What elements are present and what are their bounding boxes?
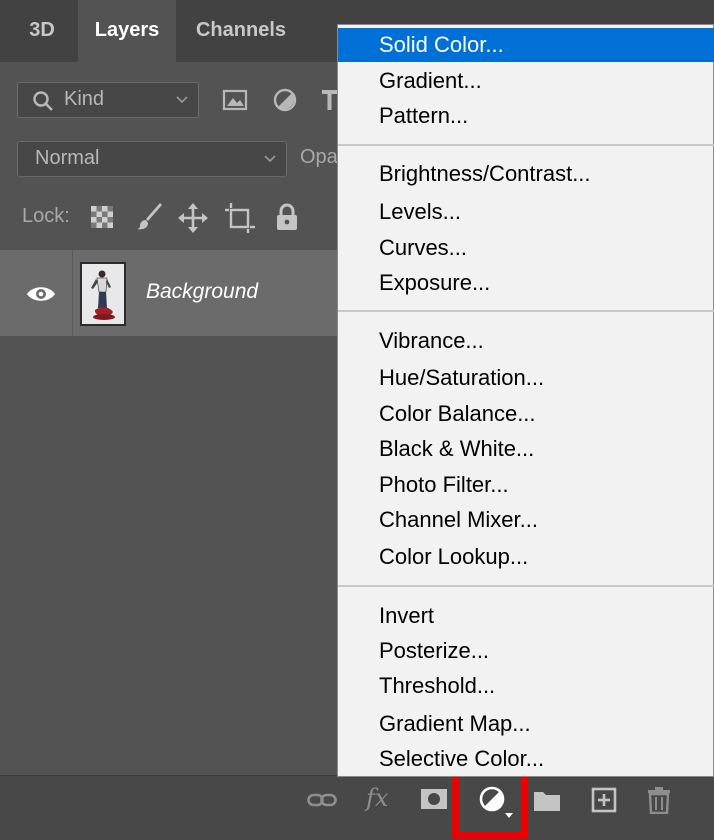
- menu-item-label: Vibrance...: [379, 328, 484, 353]
- blend-mode-value: Normal: [35, 147, 100, 169]
- menu-separator: [338, 585, 714, 587]
- menu-separator: [338, 310, 714, 312]
- lock-label: Lock:: [22, 205, 70, 227]
- menu-item-exposure[interactable]: Exposure...: [338, 266, 714, 300]
- fx-icon[interactable]: fx: [366, 784, 388, 812]
- menu-item-pattern[interactable]: Pattern...: [338, 99, 714, 133]
- menu-item-label: Photo Filter...: [379, 472, 509, 497]
- menu-item-invert[interactable]: Invert: [338, 599, 714, 633]
- menu-item-label: Curves...: [379, 235, 468, 260]
- lock-position-move-icon[interactable]: [178, 203, 208, 233]
- search-icon: [33, 91, 53, 111]
- tab-channels[interactable]: Channels: [186, 0, 296, 62]
- menu-item-curves[interactable]: Curves...: [338, 231, 714, 265]
- menu-item-vibrance[interactable]: Vibrance...: [338, 324, 714, 358]
- lock-transparent-pixels-icon[interactable]: [90, 205, 114, 229]
- image-filter-icon[interactable]: [222, 88, 248, 112]
- opacity-label: Opa: [300, 146, 338, 168]
- tab-layers[interactable]: Layers: [78, 0, 176, 62]
- delete-trash-icon[interactable]: [647, 786, 671, 814]
- lock-image-pixels-brush-icon[interactable]: [136, 203, 164, 231]
- new-layer-icon[interactable]: [591, 787, 617, 813]
- menu-item-label: Color Lookup...: [379, 544, 529, 569]
- filter-kind-dropdown[interactable]: Kind: [17, 82, 199, 118]
- menu-item-label: Solid Color...: [379, 32, 504, 57]
- filter-kind-label: Kind: [64, 88, 105, 110]
- chevron-down-icon: [176, 96, 188, 104]
- menu-item-label: Posterize...: [379, 638, 490, 663]
- layer-name[interactable]: Background: [146, 280, 258, 304]
- menu-item-color-lookup[interactable]: Color Lookup...: [338, 540, 714, 574]
- lock-artboard-icon[interactable]: [225, 203, 255, 233]
- menu-item-channel-mixer[interactable]: Channel Mixer...: [338, 503, 714, 537]
- menu-item-posterize[interactable]: Posterize...: [338, 634, 714, 668]
- highlight-callout-box: [452, 768, 528, 839]
- menu-item-label: Threshold...: [379, 673, 496, 698]
- menu-item-solid-color[interactable]: Solid Color...: [338, 28, 714, 62]
- visibility-eye-icon[interactable]: [26, 284, 56, 304]
- add-mask-icon[interactable]: [420, 788, 448, 810]
- menu-item-label: Hue/Saturation...: [379, 365, 545, 390]
- menu-item-label: Selective Color...: [379, 746, 545, 771]
- menu-item-label: Levels...: [379, 199, 461, 224]
- menu-item-gradient[interactable]: Gradient...: [338, 64, 714, 98]
- menu-item-label: Channel Mixer...: [379, 507, 538, 532]
- menu-item-levels[interactable]: Levels...: [338, 195, 714, 229]
- menu-item-selective-color[interactable]: Selective Color...: [338, 742, 714, 776]
- menu-item-brightness-contrast[interactable]: Brightness/Contrast...: [338, 157, 714, 191]
- menu-item-black-white[interactable]: Black & White...: [338, 432, 714, 466]
- menu-item-label: Exposure...: [379, 270, 491, 295]
- blend-mode-dropdown[interactable]: Normal: [17, 141, 287, 177]
- new-group-folder-icon[interactable]: [533, 788, 561, 812]
- adjustment-layer-menu: Solid Color... Gradient... Pattern... Br…: [337, 24, 714, 777]
- menu-item-color-balance[interactable]: Color Balance...: [338, 397, 714, 431]
- menu-item-label: Gradient Map...: [379, 711, 531, 736]
- menu-item-label: Pattern...: [379, 103, 469, 128]
- menu-item-label: Gradient...: [379, 68, 482, 93]
- lock-all-icon[interactable]: [276, 203, 298, 231]
- menu-item-photo-filter[interactable]: Photo Filter...: [338, 468, 714, 502]
- link-layers-icon[interactable]: [307, 790, 337, 810]
- menu-item-gradient-map[interactable]: Gradient Map...: [338, 707, 714, 741]
- menu-item-hue-saturation[interactable]: Hue/Saturation...: [338, 361, 714, 395]
- type-filter-icon[interactable]: [322, 88, 337, 112]
- layer-thumbnail: [80, 262, 126, 326]
- menu-item-label: Black & White...: [379, 436, 535, 461]
- menu-item-label: Color Balance...: [379, 401, 536, 426]
- menu-item-threshold[interactable]: Threshold...: [338, 669, 714, 703]
- menu-separator: [338, 144, 714, 146]
- menu-item-label: Invert: [379, 603, 435, 628]
- layer-row-divider: [72, 250, 73, 336]
- adjustment-filter-icon[interactable]: [272, 87, 298, 113]
- menu-item-label: Brightness/Contrast...: [379, 161, 591, 186]
- chevron-down-icon: [264, 155, 276, 163]
- tab-3d[interactable]: 3D: [12, 0, 72, 62]
